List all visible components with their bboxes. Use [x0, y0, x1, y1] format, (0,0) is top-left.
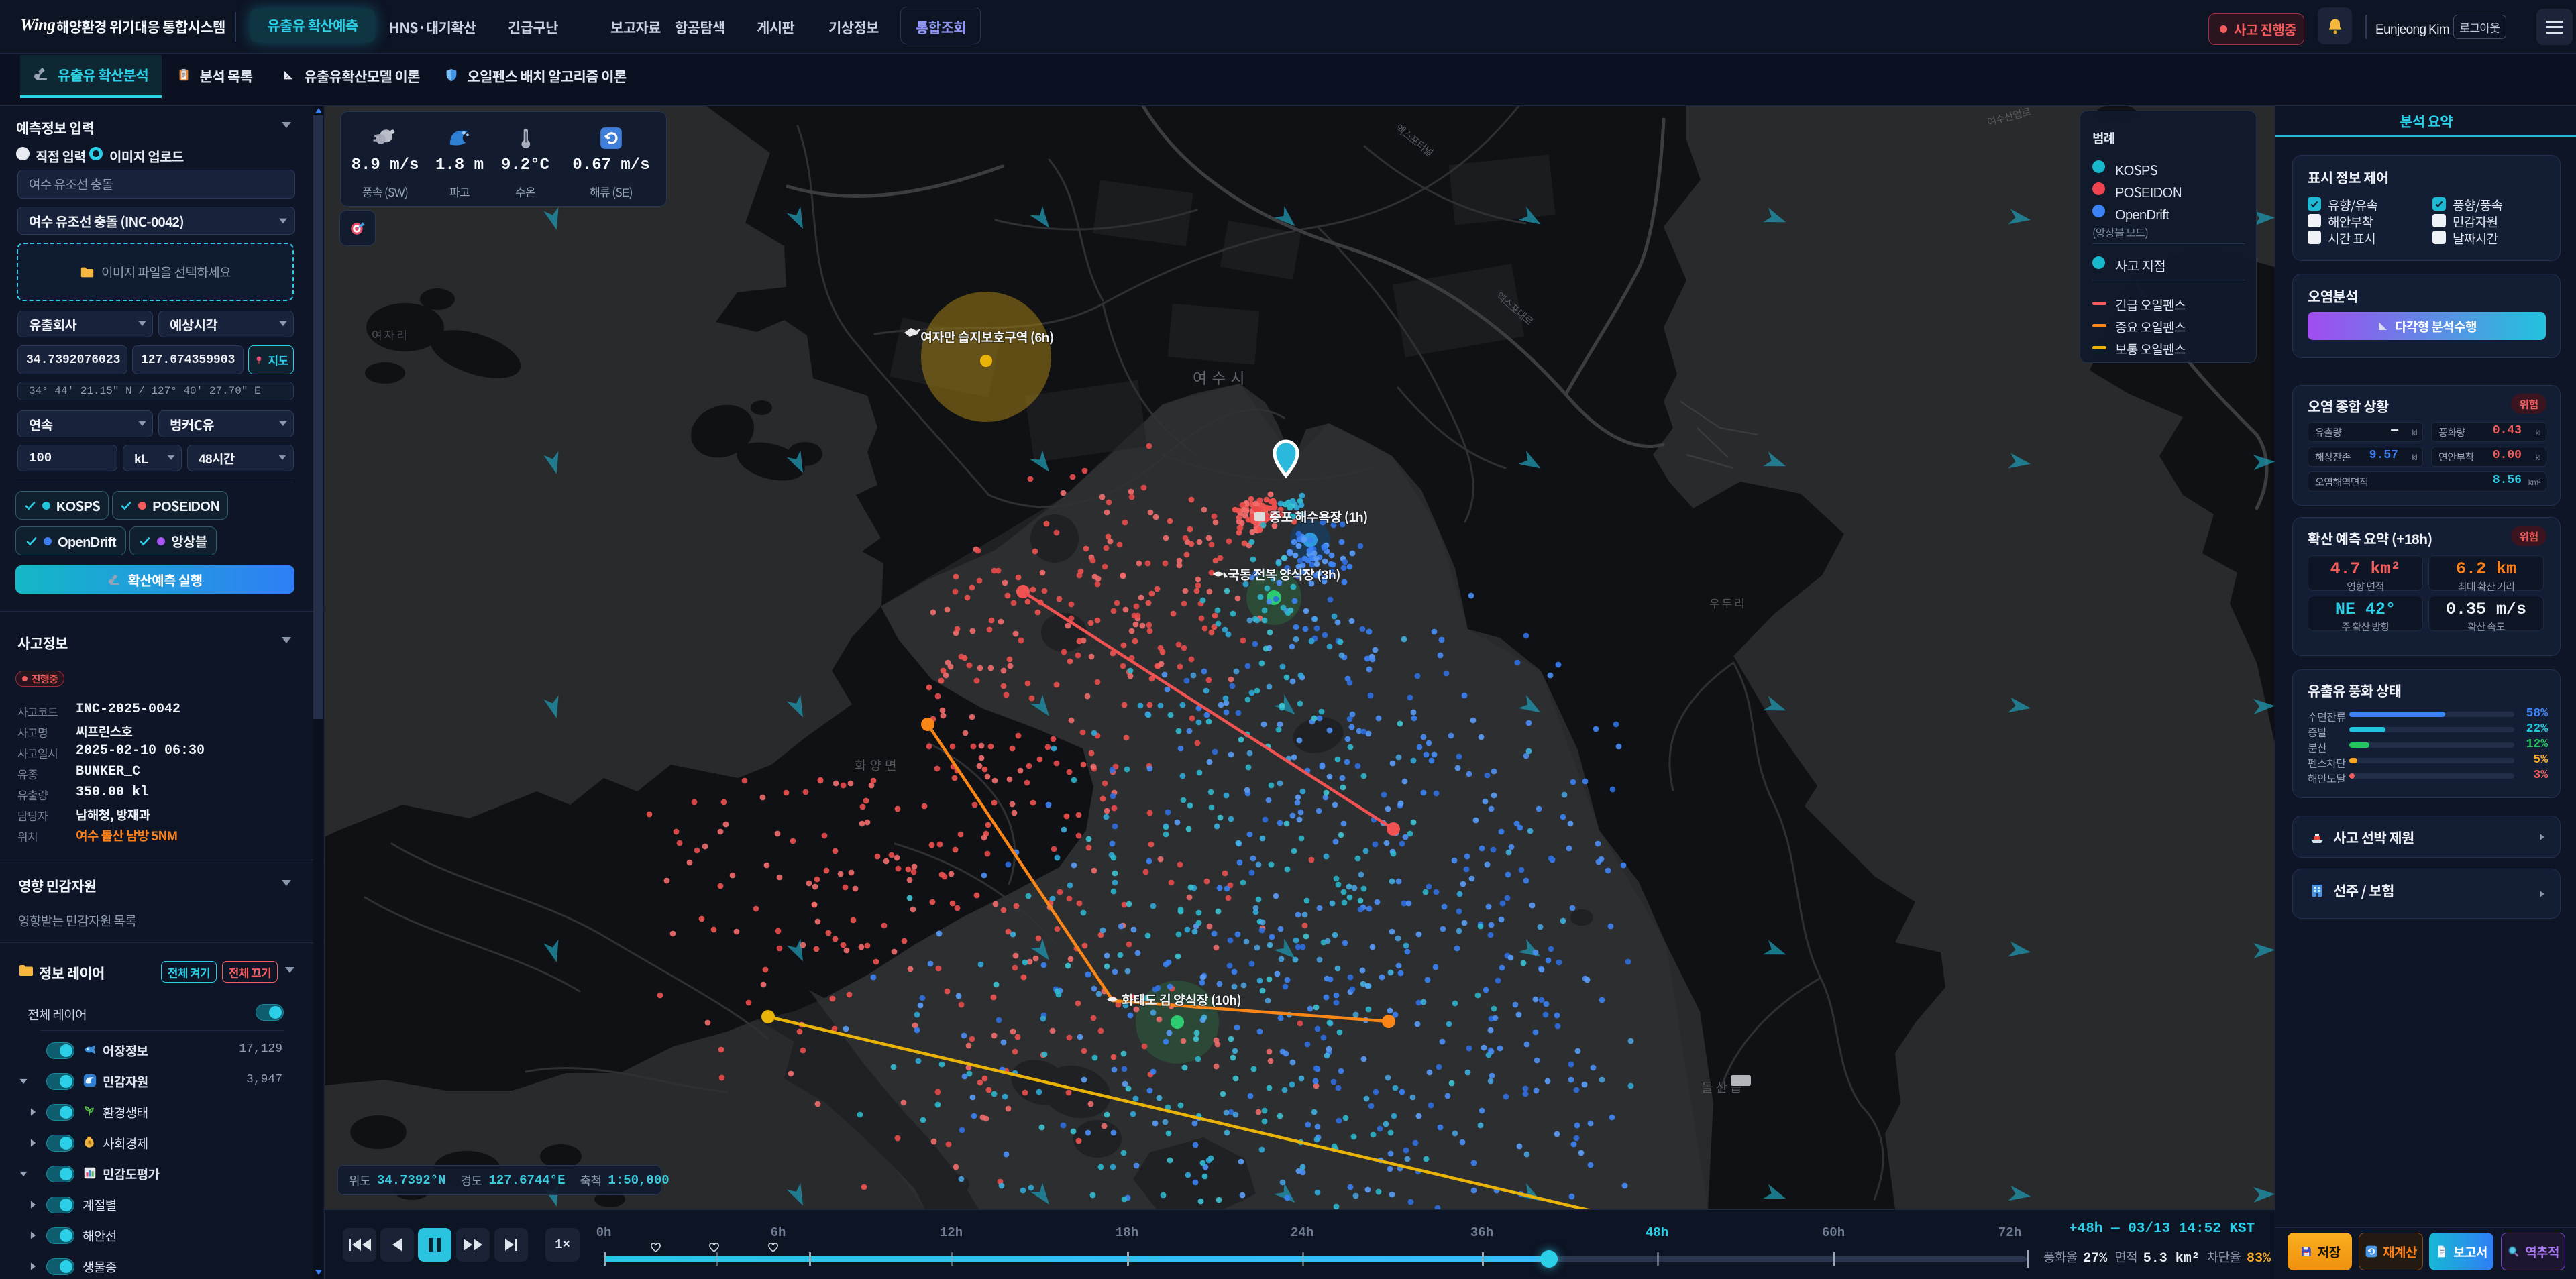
svg-text:화태도 김 양식장 (10h): 화태도 김 양식장 (10h) — [1122, 989, 1241, 1009]
svg-text:화양면: 화양면 — [855, 756, 900, 774]
svg-text:여자리: 여자리 — [372, 326, 409, 343]
svg-text:우두리: 우두리 — [1709, 594, 1747, 611]
svg-text:여자만 습지보호구역 (6h): 여자만 습지보호구역 (6h) — [920, 327, 1054, 346]
svg-text:중포 해수욕장 (1h): 중포 해수욕장 (1h) — [1269, 506, 1368, 526]
svg-text:국동 전복 양식장 (3h): 국동 전복 양식장 (3h) — [1228, 564, 1340, 583]
svg-text:여수시: 여수시 — [1193, 366, 1249, 388]
